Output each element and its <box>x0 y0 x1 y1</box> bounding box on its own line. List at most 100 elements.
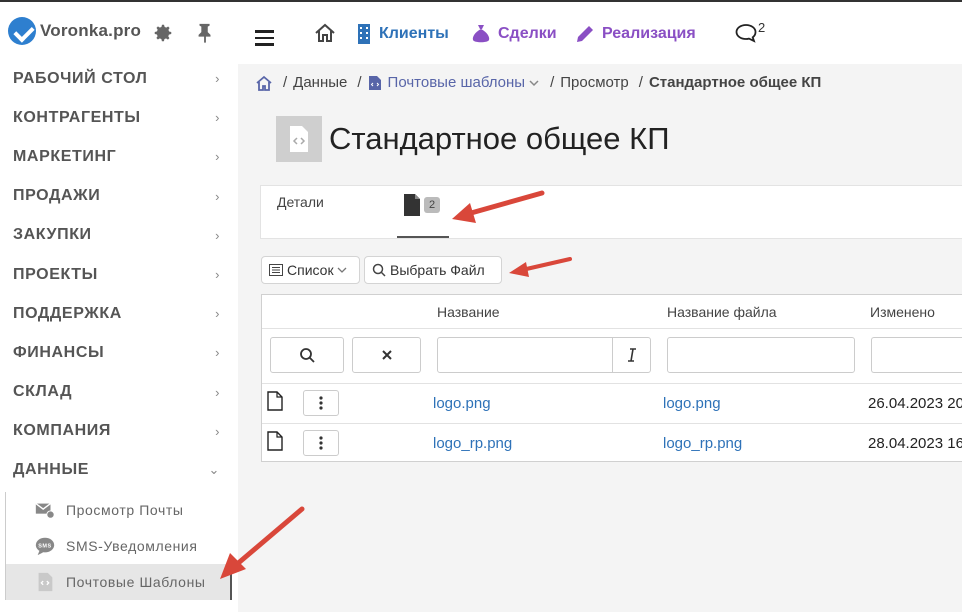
gear-icon[interactable] <box>152 22 174 44</box>
files-count-badge: 2 <box>424 197 441 213</box>
filter-file-name-input[interactable] <box>667 337 855 373</box>
tabs-panel: Детали 2 <box>260 185 962 239</box>
sidebar-item-finance[interactable]: ФИНАНСЫ › <box>0 333 238 372</box>
sidebar-item-label: КОМПАНИЯ <box>13 422 111 440</box>
choose-file-label: Выбрать Файл <box>390 262 485 278</box>
filter-clear-button[interactable] <box>352 337 421 373</box>
brand[interactable]: Voronka.pro <box>8 14 141 48</box>
chat-count-badge: 2 <box>758 20 766 35</box>
nav-clients-label: Клиенты <box>379 25 449 42</box>
choose-file-button[interactable]: Выбрать Файл <box>364 256 502 284</box>
table-header: Название Название файла Изменено <box>262 295 962 329</box>
table-row: logo_rp.png logo_rp.png 28.04.2023 16 <box>262 423 962 463</box>
row-actions-button[interactable] <box>303 390 339 416</box>
sidebar-item-support[interactable]: ПОДДЕРЖКА › <box>0 294 238 333</box>
sidebar-item-company[interactable]: КОМПАНИЯ › <box>0 412 238 451</box>
sidebar-item-projects[interactable]: ПРОЕКТЫ › <box>0 255 238 294</box>
cell-file-name[interactable]: logo_rp.png <box>663 435 742 452</box>
home-icon[interactable] <box>255 75 273 91</box>
chevron-right-icon: › <box>215 267 220 283</box>
document-code-icon <box>276 116 322 162</box>
chevron-right-icon: › <box>215 188 220 204</box>
search-icon <box>300 348 315 363</box>
nav-deals[interactable]: Сделки <box>470 20 557 48</box>
sidebar-item-purchases[interactable]: ЗАКУПКИ › <box>0 216 238 255</box>
code-file-icon <box>368 75 381 90</box>
sidebar-item-warehouse[interactable]: СКЛАД › <box>0 373 238 412</box>
sidebar-item-data[interactable]: ДАННЫЕ ⌄ <box>0 451 238 490</box>
chevron-right-icon: › <box>215 110 220 126</box>
top-bar: Клиенты Сделки Реализация 2 <box>238 2 962 64</box>
sidebar-item-label: ДАННЫЕ <box>13 461 89 479</box>
svg-text:SMS: SMS <box>38 543 52 549</box>
kebab-menu-icon <box>319 436 323 450</box>
chevron-right-icon: › <box>215 384 220 400</box>
brand-name: Voronka.pro <box>40 21 142 40</box>
list-view-label: Список <box>287 262 334 278</box>
breadcrumb-data[interactable]: Данные <box>293 74 347 91</box>
close-icon <box>381 350 392 360</box>
breadcrumb-templates[interactable]: Почтовые шаблоны <box>388 74 526 91</box>
sidebar-menu: РАБОЧИЙ СТОЛ › КОНТРАГЕНТЫ › МАРКЕТИНГ › ПР… <box>0 59 238 490</box>
cell-name[interactable]: logo_rp.png <box>433 435 512 452</box>
chevron-right-icon: › <box>215 345 220 361</box>
sidebar-subitem-mail-templates[interactable]: Почтовые Шаблоны <box>6 564 232 600</box>
row-actions-button[interactable] <box>303 430 339 456</box>
chevron-right-icon: › <box>215 227 220 243</box>
filter-row <box>262 328 962 384</box>
sidebar-subitem-mail-view[interactable]: Просмотр Почты <box>6 492 232 528</box>
sidebar-item-label: ПРОДАЖИ <box>13 187 101 205</box>
money-bag-icon <box>472 25 490 43</box>
tab-details[interactable]: Детали <box>277 194 324 210</box>
list-view-dropdown[interactable]: Список <box>261 256 360 284</box>
sidebar-item-desktop[interactable]: РАБОЧИЙ СТОЛ › <box>0 59 238 98</box>
sidebar-item-marketing[interactable]: МАРКЕТИНГ › <box>0 137 238 176</box>
kebab-menu-icon <box>319 396 323 410</box>
sidebar-subitem-sms[interactable]: SMS SMS-Уведомления <box>6 528 232 564</box>
column-header-file-name[interactable]: Название файла <box>667 304 777 320</box>
caret-down-icon <box>337 267 347 273</box>
breadcrumb-view[interactable]: Просмотр <box>560 74 629 91</box>
nav-realization[interactable]: Реализация <box>574 20 696 48</box>
files-table: Название Название файла Изменено logo.pn… <box>261 294 962 462</box>
table-row: logo.png logo.png 26.04.2023 20 <box>262 383 962 424</box>
text-cursor-icon[interactable] <box>612 338 650 372</box>
building-icon <box>358 24 370 44</box>
breadcrumb-current: Стандартное общее КП <box>648 74 822 91</box>
cell-file-name[interactable]: logo.png <box>663 395 721 412</box>
sidebar-item-label: ПОДДЕРЖКА <box>13 304 122 322</box>
file-icon[interactable] <box>267 431 283 451</box>
column-header-name[interactable]: Название <box>437 304 500 320</box>
nav-deals-label: Сделки <box>498 25 557 42</box>
file-icon[interactable] <box>267 391 283 411</box>
chevron-right-icon: › <box>215 149 220 165</box>
filter-search-button[interactable] <box>270 337 344 373</box>
sidebar-item-contractors[interactable]: КОНТРАГЕНТЫ › <box>0 98 238 137</box>
nav-clients[interactable]: Клиенты <box>355 20 449 48</box>
chat-icon[interactable] <box>734 22 758 44</box>
tab-files[interactable]: 2 <box>397 186 449 238</box>
sidebar-item-label: МАРКЕТИНГ <box>13 147 117 165</box>
sidebar-submenu-data: Просмотр Почты SMS SMS-Уведомления Почто… <box>5 492 232 600</box>
home-icon[interactable] <box>313 22 337 44</box>
mail-view-icon <box>35 503 55 519</box>
pin-icon[interactable] <box>194 22 216 44</box>
filter-modified-input[interactable] <box>871 337 962 373</box>
sidebar: Voronka.pro РАБОЧИЙ СТОЛ › КОНТРАГЕНТЫ › М… <box>0 2 238 612</box>
chevron-right-icon: › <box>215 306 220 322</box>
caret-down-icon[interactable] <box>528 78 540 88</box>
nav-realization-label: Реализация <box>602 25 696 42</box>
cell-name[interactable]: logo.png <box>433 395 491 412</box>
chevron-right-icon: › <box>215 71 220 87</box>
sidebar-item-sales[interactable]: ПРОДАЖИ › <box>0 177 238 216</box>
column-header-modified[interactable]: Изменено <box>870 304 935 320</box>
cell-modified: 28.04.2023 16 <box>868 435 962 452</box>
annotation-arrow-choose-file <box>509 257 572 277</box>
breadcrumb: / Данные / Почтовые шаблоны / Просмотр /… <box>255 74 821 91</box>
sidebar-subitem-label: Просмотр Почты <box>66 502 184 518</box>
sidebar-item-label: ПРОЕКТЫ <box>13 265 98 283</box>
filter-name-input[interactable] <box>437 337 651 373</box>
sms-icon: SMS <box>35 537 55 556</box>
hamburger-menu-icon[interactable] <box>255 30 274 46</box>
sidebar-item-label: РАБОЧИЙ СТОЛ <box>13 69 148 87</box>
